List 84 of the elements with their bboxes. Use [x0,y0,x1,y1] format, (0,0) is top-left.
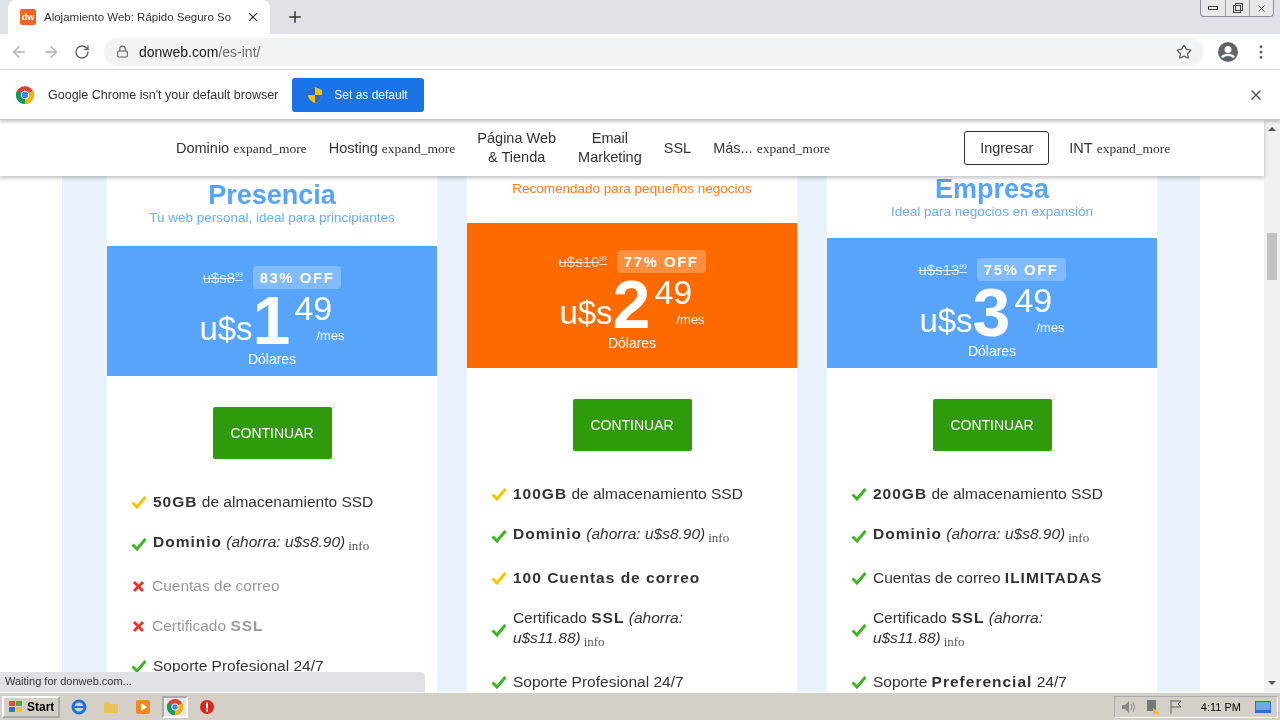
feature-text: Dominio (ahorra: u$s8.90) $_{info}$ [873,524,1090,547]
info-link[interactable]: info [1068,530,1090,545]
old-price: u$s13$^{99}$ [918,260,967,278]
nav-link[interactable]: Hosting expand_more [328,138,456,158]
favicon: dw [20,9,36,25]
discount-badge: 83% OFF [252,265,342,289]
feature-text: Cuentas de correo ILIMITADAS [873,568,1103,588]
currency-name: Dólares [967,342,1017,359]
clock: 4:11 PM [1200,700,1241,713]
address-bar[interactable]: donweb.com/es-int/ [104,37,1204,66]
status-bubble: Waiting for donweb.com... [0,672,425,692]
continue-button[interactable]: CONTINUAR [212,407,332,459]
set-default-button[interactable]: Set as default [292,77,424,112]
feature-text: Cuentas de correo [152,576,280,596]
feature-text: Certificado SSL (ahorra: u$s11.88) $_{info}$ [872,608,1045,651]
info-link[interactable]: info [583,634,605,649]
price-cents: 49 [654,275,693,309]
feature-text: Soporte Preferencial 24/7 [873,672,1067,692]
price-cents: 49 [294,290,333,325]
region-selector[interactable]: INT expand_more [1069,138,1171,158]
feature-text: Certificado SSL [152,616,264,636]
plan-title: Empresa [934,176,1050,202]
currency-symbol: u$s [199,311,253,345]
close-icon[interactable] [246,10,260,24]
windows-logo-icon [8,699,24,714]
price-integer: 3 [972,282,1011,341]
flag-icon[interactable] [1168,698,1183,715]
feature-text: 200GB de almacenamiento SSD [873,484,1103,504]
reload-icon[interactable] [74,43,90,60]
desktop-icon[interactable] [1255,699,1271,714]
old-price: u$s8$^{99}$ [202,268,243,286]
tab-title: Alojamiento Web: Rápido Seguro So [44,11,233,23]
chrome-logo-icon [16,85,34,104]
scroll-down-icon[interactable] [1268,680,1276,686]
info-link[interactable]: info [348,538,370,553]
continue-button[interactable]: CONTINUAR [572,399,692,451]
nav-link[interactable]: SSL [663,138,692,158]
feature-text: Certificado SSL (ahorra: u$s11.88) $_{info}$ [512,608,685,651]
continue-button[interactable]: CONTINUAR [932,399,1052,451]
feature-text: Soporte Profesional 24/7 [513,672,684,692]
scroll-thumb[interactable] [1267,232,1277,280]
lock-icon [116,45,129,58]
feature-text: Dominio (ahorra: u$s8.90) $_{info}$ [153,532,370,555]
currency-symbol: u$s [919,303,973,337]
nav-link[interactable]: Más... expand_more [713,138,831,158]
nav-link[interactable]: Dominio expand_more [176,138,307,158]
shield-icon [308,86,323,103]
scroll-up-icon[interactable] [1268,126,1276,132]
browser-tab[interactable]: dw Alojamiento Web: Rápido Seguro So [8,0,270,34]
nav-link[interactable]: Página Web & Tienda [477,129,557,167]
star-icon[interactable] [1176,43,1192,60]
start-button[interactable]: Start [2,695,61,718]
price-cents: 49 [1014,282,1053,317]
new-tab-icon[interactable] [286,8,304,26]
scrollbar[interactable] [1264,120,1280,692]
nav-link[interactable]: Email Marketing [578,129,642,167]
chrome-icon[interactable] [162,695,189,718]
url-path: /es-int/ [218,43,261,60]
feature-text: 100GB de almacenamiento SSD [513,484,743,504]
url-domain: donweb.com [139,43,219,60]
price-integer: 1 [252,290,291,349]
plan-title: Presencia [208,182,336,208]
profile-icon[interactable] [1218,41,1238,62]
info-link[interactable]: info [943,634,965,649]
speaker-icon[interactable] [1120,699,1137,714]
currency-symbol: u$s [559,296,613,329]
old-price: u$s10$^{99}$ [558,253,607,270]
plan-subtitle: Tu web personal, ideal para principiantes [149,209,395,227]
discount-badge: 75% OFF [976,257,1066,281]
plan-subtitle: Recomendado para pequeños negocios [512,180,752,198]
feature-text: 50GB de almacenamiento SSD [153,492,374,512]
currency-name: Dólares [247,350,297,367]
infobar-message: Google Chrome isn't your default browser [48,87,279,102]
price-period: /mes [1036,320,1065,334]
info-link[interactable]: info [708,530,730,545]
login-button[interactable]: Ingresar [964,131,1050,165]
price-period: /mes [316,328,345,342]
currency-name: Dólares [607,335,657,351]
price-period: /mes [676,313,705,326]
feature-text: Dominio (ahorra: u$s8.90) $_{info}$ [513,524,730,547]
price-integer: 2 [612,275,651,333]
feature-text: 100 Cuentas de correo [513,568,701,588]
plan-subtitle: Ideal para negocios en expansión [891,204,1093,221]
discount-badge: 77% OFF [616,250,706,273]
